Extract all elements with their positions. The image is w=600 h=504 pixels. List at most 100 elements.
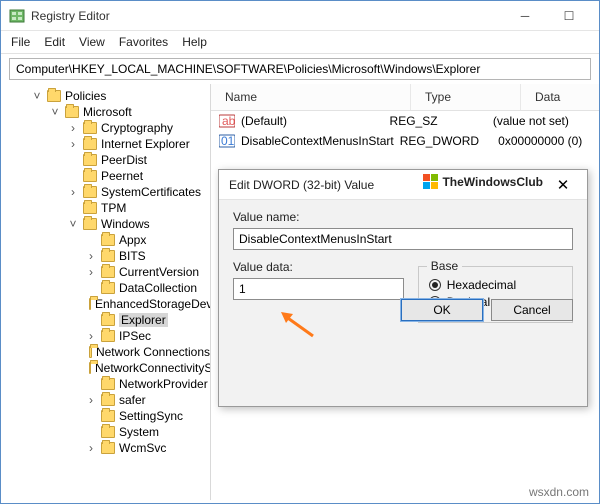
ok-button[interactable]: OK — [401, 299, 483, 321]
folder-icon — [101, 266, 115, 278]
folder-icon — [101, 394, 115, 406]
folder-icon — [83, 138, 97, 150]
brand-text: TheWindowsClub — [442, 175, 543, 189]
tree-label: TPM — [101, 201, 126, 215]
tree-node[interactable]: SettingSync — [5, 408, 210, 424]
tree-label: NetworkConnectivityStatusIndicator — [95, 361, 211, 375]
window-title: Registry Editor — [31, 9, 503, 23]
folder-icon — [101, 314, 115, 326]
value-data-field[interactable] — [233, 278, 404, 300]
tree-node[interactable]: ›Internet Explorer — [5, 136, 210, 152]
tree-node[interactable]: Peernet — [5, 168, 210, 184]
tree-node[interactable]: Network Connections — [5, 344, 210, 360]
tree-node[interactable]: › BITS — [5, 248, 210, 264]
tree-node[interactable]: TPM — [5, 200, 210, 216]
chevron-right-icon: › — [85, 250, 97, 262]
folder-icon — [89, 298, 91, 310]
folder-icon — [83, 202, 97, 214]
maximize-button[interactable]: ☐ — [547, 2, 591, 30]
view-menu[interactable]: View — [79, 35, 105, 49]
chevron-down-icon: ˅ — [49, 106, 61, 118]
value-name-field[interactable] — [233, 228, 573, 250]
value-row[interactable]: ab (Default) REG_SZ (value not set) — [211, 111, 599, 131]
tree-node[interactable]: DataCollection — [5, 280, 210, 296]
cancel-button[interactable]: Cancel — [491, 299, 573, 321]
tree-label: BITS — [119, 249, 146, 263]
col-name[interactable]: Name — [211, 84, 411, 110]
key-tree[interactable]: ˅ Policies ˅ Microsoft ›Cryptography ›In… — [1, 84, 211, 500]
tree-node-explorer[interactable]: Explorer — [5, 312, 210, 328]
tree-label: CurrentVersion — [119, 265, 199, 279]
col-data[interactable]: Data — [521, 84, 599, 110]
folder-icon — [101, 330, 115, 342]
value-name: (Default) — [241, 114, 287, 128]
tree-node[interactable]: ›SystemCertificates — [5, 184, 210, 200]
folder-icon — [83, 154, 97, 166]
folder-icon — [65, 106, 79, 118]
folder-icon — [83, 170, 97, 182]
svg-text:ab: ab — [222, 114, 235, 128]
chevron-spacer-icon — [67, 154, 79, 166]
value-data-label: Value data: — [233, 260, 404, 274]
value-row[interactable]: 011 DisableContextMenusInStart REG_DWORD… — [211, 131, 599, 151]
dword-value-icon: 011 — [219, 133, 235, 149]
tree-node[interactable]: System — [5, 424, 210, 440]
string-value-icon: ab — [219, 113, 235, 129]
tree-label: WcmSvc — [119, 441, 166, 455]
value-data: (value not set) — [493, 114, 599, 128]
value-type: REG_SZ — [390, 114, 487, 128]
tree-label: Windows — [101, 217, 150, 231]
edit-dword-dialog: Edit DWORD (32-bit) Value TheWindowsClub… — [218, 169, 588, 407]
tree-node[interactable]: NetworkConnectivityStatusIndicator — [5, 360, 210, 376]
tree-node[interactable]: NetworkProvider — [5, 376, 210, 392]
file-menu[interactable]: File — [11, 35, 30, 49]
folder-icon — [101, 410, 115, 422]
folder-icon — [83, 218, 97, 230]
chevron-down-icon: ˅ — [31, 90, 43, 102]
chevron-right-icon: › — [67, 138, 79, 150]
tree-node[interactable]: ›CurrentVersion — [5, 264, 210, 280]
tree-node[interactable]: ›IPSec — [5, 328, 210, 344]
tree-node[interactable]: ›WcmSvc — [5, 440, 210, 456]
address-bar — [1, 53, 599, 84]
radio-hexadecimal[interactable]: Hexadecimal — [429, 278, 562, 292]
value-name: DisableContextMenusInStart — [241, 134, 394, 148]
radio-label: Hexadecimal — [447, 278, 516, 292]
tree-node[interactable]: EnhancedStorageDevices — [5, 296, 210, 312]
values-header: Name Type Data — [211, 84, 599, 111]
windows-logo-icon — [423, 174, 438, 189]
tree-node-microsoft[interactable]: ˅ Microsoft — [5, 104, 210, 120]
tree-label: SystemCertificates — [101, 185, 201, 199]
favorites-menu[interactable]: Favorites — [119, 35, 168, 49]
dialog-titlebar: Edit DWORD (32-bit) Value TheWindowsClub… — [219, 170, 587, 200]
col-type[interactable]: Type — [411, 84, 521, 110]
chevron-spacer-icon — [67, 202, 79, 214]
tree-node-policies[interactable]: ˅ Policies — [5, 88, 210, 104]
edit-menu[interactable]: Edit — [44, 35, 65, 49]
radio-icon — [429, 279, 441, 291]
folder-icon — [83, 186, 97, 198]
tree-node[interactable]: Appx — [5, 232, 210, 248]
menubar: File Edit View Favorites Help — [1, 31, 599, 53]
tree-label: SettingSync — [119, 409, 183, 423]
tree-node[interactable]: ›safer — [5, 392, 210, 408]
folder-icon — [47, 90, 61, 102]
tree-node-windows[interactable]: ˅ Windows — [5, 216, 210, 232]
minimize-button[interactable]: ─ — [503, 2, 547, 30]
tree-node[interactable]: ›Cryptography — [5, 120, 210, 136]
folder-icon — [89, 346, 91, 358]
help-menu[interactable]: Help — [182, 35, 207, 49]
value-data: 0x00000000 (0) — [498, 134, 599, 148]
svg-text:011: 011 — [221, 134, 235, 148]
chevron-down-icon: ˅ — [67, 218, 79, 230]
registry-editor-window: Registry Editor ─ ☐ File Edit View Favor… — [0, 0, 600, 504]
site-caption: wsxdn.com — [529, 485, 589, 499]
address-input[interactable] — [9, 58, 591, 80]
chevron-spacer-icon — [85, 426, 97, 438]
chevron-right-icon: › — [85, 330, 97, 342]
tree-label: PeerDist — [101, 153, 147, 167]
folder-icon — [101, 234, 115, 246]
tree-node[interactable]: PeerDist — [5, 152, 210, 168]
chevron-spacer-icon — [85, 410, 97, 422]
dialog-close-button[interactable]: ✕ — [549, 176, 577, 194]
